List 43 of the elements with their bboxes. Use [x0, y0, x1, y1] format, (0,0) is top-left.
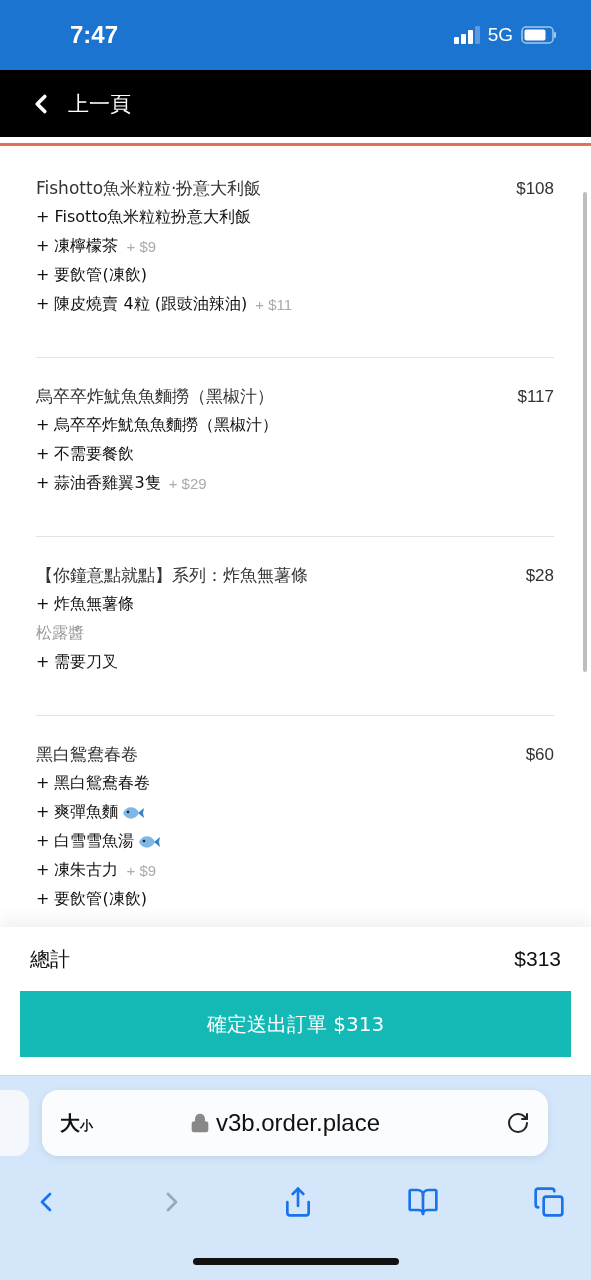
item-price: $117	[517, 386, 554, 407]
text-size-button[interactable]: 大小	[60, 1109, 93, 1137]
item-price: $28	[525, 565, 554, 586]
option-text: + 凍檸檬茶	[36, 236, 119, 257]
option-text: + 黑白鴛鴦春卷	[36, 773, 151, 794]
option-extra-price: + $11	[255, 296, 293, 313]
item-name: 烏卒卒炸魷魚魚麵撈（黑椒汁）	[36, 385, 275, 408]
book-icon[interactable]	[407, 1186, 440, 1218]
item-name: 黑白鴛鴦春卷	[36, 743, 139, 766]
option-text: + 炸魚無薯條	[36, 594, 135, 615]
reload-icon[interactable]	[506, 1111, 530, 1135]
url-text: v3b.order.place	[215, 1109, 380, 1137]
tab-edge	[0, 1090, 29, 1156]
item-price: $108	[516, 178, 554, 199]
option-extra-price: + $9	[126, 238, 157, 255]
address-bar[interactable]: 大小 v3b.order.place	[42, 1090, 548, 1156]
scrollbar[interactable]	[583, 192, 587, 672]
network-label: 5G	[487, 24, 513, 46]
option-text: + 要飲管(凍飲)	[36, 265, 147, 286]
option-text: + 凍朱古力	[36, 860, 119, 881]
option-text: + 需要刀叉	[36, 652, 119, 673]
option-text: + 蒜油香雞翼3隻	[36, 473, 161, 494]
total-amount: $313	[514, 947, 561, 971]
option-text: + 白雪雪魚湯	[36, 831, 135, 852]
battery-icon	[521, 26, 557, 44]
total-label: 總計	[30, 945, 70, 973]
item-name: 【你鐘意點就點】系列：炸魚無薯條	[36, 564, 309, 587]
option-extra-price: + $29	[168, 475, 207, 492]
option-note: 松露醬	[36, 623, 84, 644]
option-text: + 不需要餐飲	[36, 444, 135, 465]
back-link[interactable]: 上一頁	[68, 89, 131, 118]
status-time: 7:47	[70, 21, 120, 49]
option-extra-price: + $9	[126, 862, 157, 879]
option-text: + Fisotto魚米粒粒扮意大利飯	[36, 207, 252, 228]
option-text: + 烏卒卒炸魷魚魚麵撈（黑椒汁）	[36, 415, 279, 436]
item-price: $60	[525, 744, 554, 765]
tabs-icon[interactable]	[533, 1186, 565, 1218]
lock-icon	[189, 1113, 210, 1133]
option-text: + 陳皮燒賣 4粒 (跟豉油辣油)	[36, 294, 248, 315]
option-text: + 爽彈魚麵	[36, 802, 119, 823]
option-text: + 要飲管(凍飲)	[36, 889, 147, 910]
item-name: Fishotto魚米粒粒·扮意大利飯	[36, 177, 263, 200]
signal-icon	[453, 26, 480, 44]
